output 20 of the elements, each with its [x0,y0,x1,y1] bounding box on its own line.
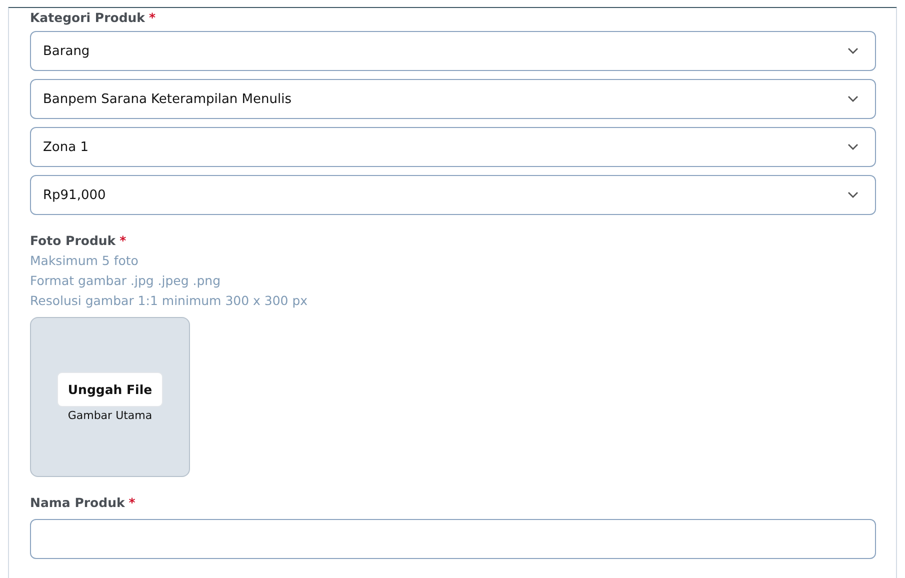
upload-button[interactable]: Unggah File [56,372,164,407]
field-label: Nama Produk [30,495,125,510]
dropdown[interactable]: Banpem Sarana Keterampilan Menulis [30,79,876,119]
chevron-down-icon [847,191,859,199]
required-mark: * [148,10,156,25]
dropdown[interactable]: Barang [30,31,876,71]
dropdown[interactable]: Rp91,000 [30,175,876,215]
field-label: Foto Produk [30,233,116,248]
required-mark: * [128,495,136,510]
field-label: Kategori Produk [30,10,145,25]
dropdown[interactable]: Zona 1 [30,127,876,167]
chevron-down-icon [847,95,859,103]
chevron-down-icon [847,143,859,151]
hint-text: Maksimum 5 foto [30,252,140,270]
hint-text: Format gambar .jpg .jpeg .png [30,272,222,290]
required-mark: * [120,233,126,248]
slot-caption: Gambar Utama [68,409,152,422]
hint-text: Resolusi gambar 1:1 minimum 300 x 300 px [30,292,309,310]
input-field[interactable] [30,519,876,559]
chevron-down-icon [847,47,859,55]
